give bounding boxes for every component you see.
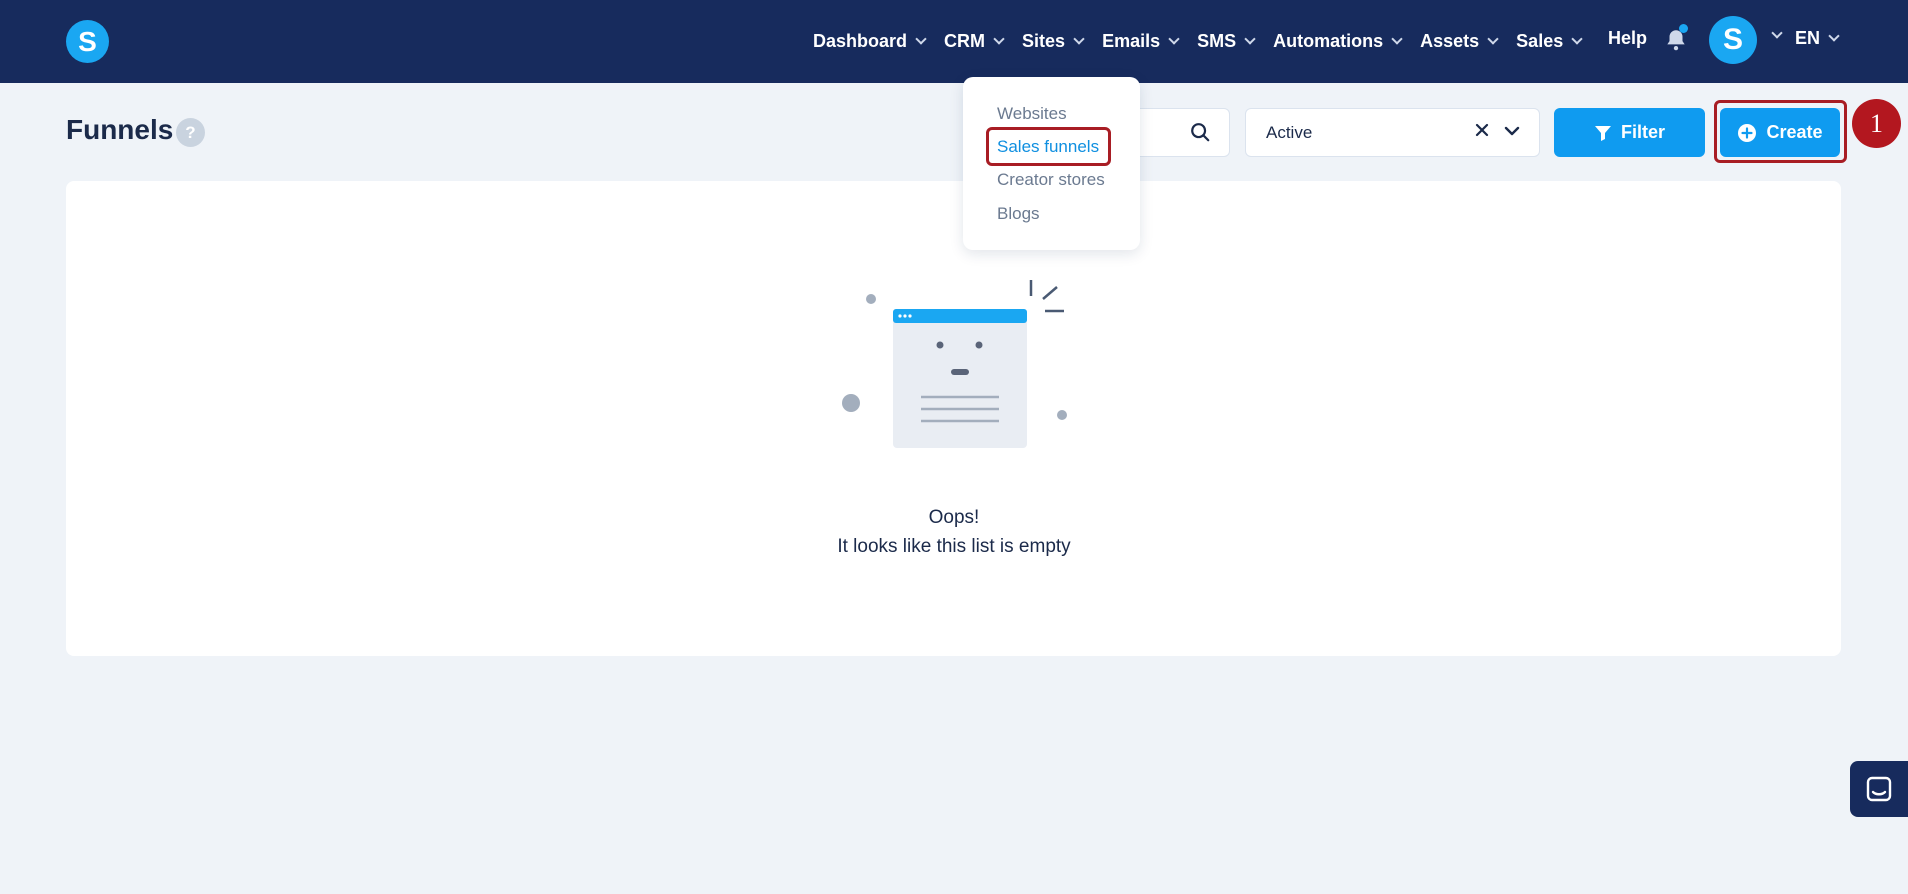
language-selector[interactable]: EN: [1795, 28, 1840, 49]
nav-emails[interactable]: Emails: [1102, 31, 1180, 52]
sales-funnels-highlight-outline: [986, 127, 1111, 166]
chat-widget-button[interactable]: [1850, 761, 1908, 817]
nav-assets[interactable]: Assets: [1420, 31, 1499, 52]
help-badge[interactable]: ?: [176, 118, 205, 147]
chat-icon: [1866, 776, 1892, 802]
empty-list-illustration: [842, 280, 1067, 448]
status-filter-value: Active: [1266, 122, 1313, 142]
chevron-down-icon: [1168, 33, 1180, 45]
user-avatar[interactable]: S: [1709, 16, 1757, 64]
nav-sms-label: SMS: [1197, 31, 1237, 51]
top-navigation-bar: S Dashboard CRM Sites Emails SMS Automat…: [0, 0, 1908, 83]
empty-state-title: Oops!: [928, 507, 980, 528]
sites-dropdown-menu: Websites Sales funnels Creator stores Bl…: [963, 77, 1140, 250]
chevron-down-icon[interactable]: [1502, 121, 1522, 141]
chevron-down-icon: [993, 33, 1005, 45]
nav-dashboard[interactable]: Dashboard: [813, 31, 927, 52]
chevron-down-icon: [915, 33, 927, 45]
status-filter-select[interactable]: Active: [1245, 108, 1540, 157]
app-logo[interactable]: S: [66, 20, 109, 63]
page-title: Funnels: [66, 114, 174, 145]
nav-sites[interactable]: Sites: [1022, 31, 1085, 52]
chevron-down-icon: [1073, 33, 1085, 45]
step-number-badge: 1: [1852, 99, 1901, 148]
filter-icon: [1594, 125, 1611, 141]
chevron-down-icon[interactable]: [1771, 27, 1783, 39]
nav-crm[interactable]: CRM: [944, 31, 1005, 52]
chevron-down-icon: [1391, 33, 1403, 45]
menu-item-blogs[interactable]: Blogs: [997, 204, 1040, 224]
nav-emails-label: Emails: [1102, 31, 1161, 51]
nav-automations-label: Automations: [1273, 31, 1384, 51]
nav-dashboard-label: Dashboard: [813, 31, 908, 51]
notification-dot: [1679, 24, 1688, 33]
nav-sites-label: Sites: [1022, 31, 1066, 51]
nav-sales[interactable]: Sales: [1516, 31, 1583, 52]
nav-automations[interactable]: Automations: [1273, 31, 1403, 52]
search-icon[interactable]: [1189, 121, 1211, 143]
language-label: EN: [1795, 28, 1821, 48]
nav-sales-label: Sales: [1516, 31, 1564, 51]
menu-item-creator-stores[interactable]: Creator stores: [997, 170, 1105, 190]
empty-state-subtitle: It looks like this list is empty: [837, 536, 1071, 557]
chevron-down-icon: [1828, 30, 1840, 42]
clear-icon[interactable]: [1474, 122, 1490, 138]
filter-button[interactable]: Filter: [1554, 108, 1705, 157]
chevron-down-icon: [1244, 33, 1256, 45]
filter-button-label: Filter: [1620, 122, 1665, 142]
menu-item-websites[interactable]: Websites: [997, 104, 1067, 124]
nav-assets-label: Assets: [1420, 31, 1480, 51]
chevron-down-icon: [1487, 33, 1499, 45]
main-nav: Dashboard CRM Sites Emails SMS Automatio…: [813, 0, 1600, 83]
help-link[interactable]: Help: [1608, 28, 1647, 49]
nav-sms[interactable]: SMS: [1197, 31, 1256, 52]
chevron-down-icon: [1571, 33, 1583, 45]
nav-crm-label: CRM: [944, 31, 986, 51]
create-highlight-outline: [1714, 100, 1847, 163]
